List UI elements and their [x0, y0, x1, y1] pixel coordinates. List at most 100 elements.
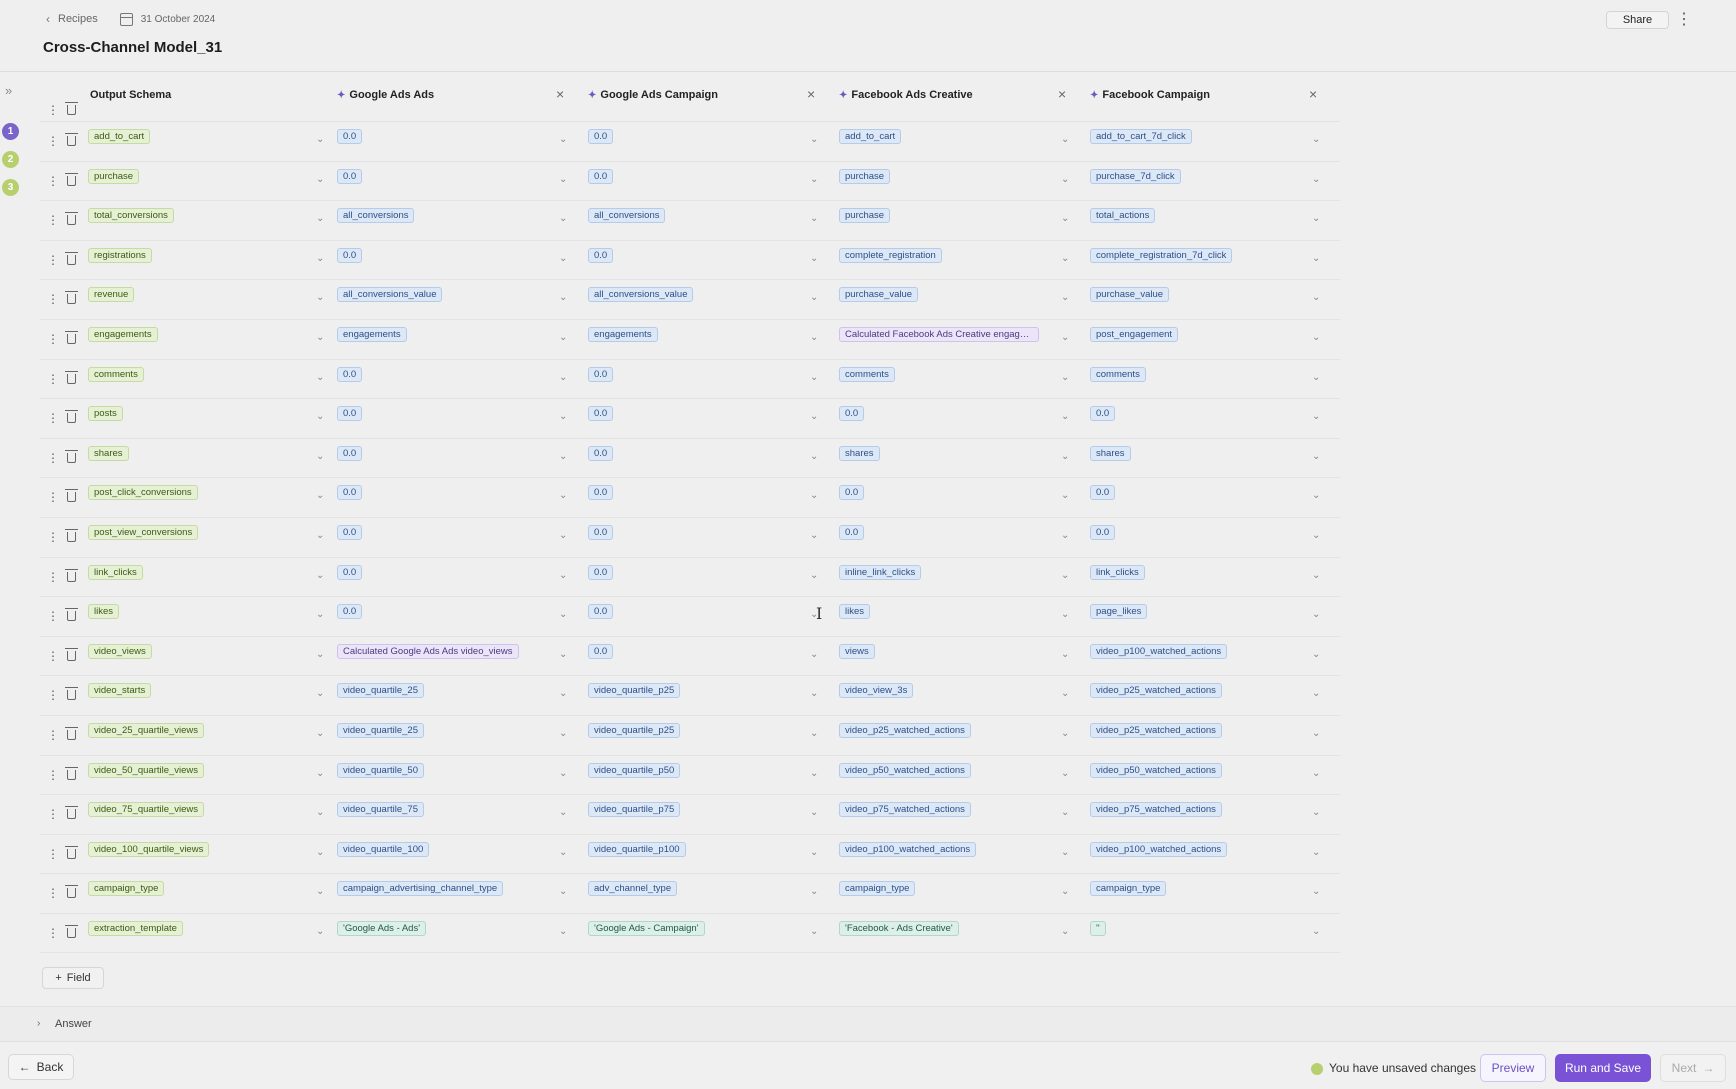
mapped-field-chip[interactable]: shares: [1090, 445, 1131, 461]
mapped-field-chip[interactable]: likes: [839, 604, 871, 620]
facebook-ads-creative-cell[interactable]: shares ⌄: [839, 439, 1115, 478]
mapped-field-chip[interactable]: video_p75_watched_actions: [1090, 802, 1222, 818]
chevron-down-icon[interactable]: ⌄: [316, 134, 324, 145]
chevron-down-icon[interactable]: ⌄: [316, 253, 324, 264]
mapped-field-chip[interactable]: link_clicks: [1090, 564, 1145, 580]
chevron-down-icon[interactable]: ⌄: [316, 490, 324, 501]
close-icon[interactable]: ×: [556, 86, 564, 102]
facebook-campaign-cell[interactable]: link_clicks ⌄: [1090, 558, 1366, 597]
drag-handle-icon[interactable]: ⋮: [47, 887, 59, 899]
chevron-down-icon[interactable]: ⌄: [1061, 847, 1069, 858]
chevron-down-icon[interactable]: ⌄: [1312, 768, 1320, 779]
drag-handle-icon[interactable]: ⋮: [47, 531, 59, 543]
google-ads-ads-cell[interactable]: video_quartile_25 ⌄: [337, 716, 613, 755]
drag-handle-icon[interactable]: ⋮: [47, 104, 59, 116]
mapped-field-chip[interactable]: 0.0: [337, 485, 363, 501]
facebook-campaign-cell[interactable]: '' ⌄: [1090, 914, 1366, 953]
chevron-down-icon[interactable]: ⌄: [1312, 688, 1320, 699]
drag-handle-icon[interactable]: ⋮: [47, 135, 59, 147]
google-ads-ads-cell[interactable]: 0.0 ⌄: [337, 399, 613, 438]
chevron-down-icon[interactable]: ⌄: [1061, 292, 1069, 303]
trash-icon[interactable]: [65, 647, 78, 661]
chevron-down-icon[interactable]: ⌄: [559, 609, 567, 620]
trash-icon[interactable]: [65, 608, 78, 622]
output-schema-cell[interactable]: video_100_quartile_views ⌄: [86, 835, 362, 874]
mapped-field-chip[interactable]: video_quartile_75: [337, 802, 425, 818]
trash-icon[interactable]: [65, 133, 78, 146]
facebook-ads-creative-cell[interactable]: 0.0 ⌄: [839, 478, 1115, 517]
chevron-down-icon[interactable]: ⌄: [1312, 292, 1320, 303]
facebook-ads-creative-cell[interactable]: inline_link_clicks ⌄: [839, 558, 1115, 597]
mapped-field-chip[interactable]: video_p25_watched_actions: [1090, 722, 1222, 738]
chevron-down-icon[interactable]: ⌄: [1312, 411, 1320, 422]
output-schema-cell[interactable]: post_click_conversions ⌄: [86, 478, 362, 517]
chevron-down-icon[interactable]: ⌄: [1061, 411, 1069, 422]
schema-field-chip[interactable]: revenue: [88, 287, 135, 303]
schema-field-chip[interactable]: video_50_quartile_views: [88, 762, 205, 778]
drag-handle-icon[interactable]: ⋮: [47, 214, 59, 226]
output-schema-cell[interactable]: add_to_cart ⌄: [86, 122, 362, 161]
google-ads-campaign-cell[interactable]: video_quartile_p75 ⌄: [588, 795, 864, 834]
chevron-down-icon[interactable]: ⌄: [810, 253, 818, 264]
output-schema-cell[interactable]: shares ⌄: [86, 439, 362, 478]
facebook-campaign-cell[interactable]: video_p100_watched_actions ⌄: [1090, 637, 1366, 676]
mapped-field-chip[interactable]: 0.0: [1090, 406, 1116, 422]
chevron-down-icon[interactable]: ⌄: [810, 728, 818, 739]
chevron-down-icon[interactable]: ⌄: [559, 411, 567, 422]
output-schema-cell[interactable]: engagements ⌄: [86, 320, 362, 359]
facebook-campaign-cell[interactable]: 0.0 ⌄: [1090, 518, 1366, 557]
mapped-field-chip[interactable]: video_p100_watched_actions: [1090, 841, 1228, 857]
mapped-field-chip[interactable]: engagements: [588, 326, 658, 342]
chevron-down-icon[interactable]: ⌄: [810, 926, 818, 937]
facebook-campaign-cell[interactable]: purchase_value ⌄: [1090, 280, 1366, 319]
chevron-down-icon[interactable]: ⌄: [1312, 926, 1320, 937]
chevron-down-icon[interactable]: ⌄: [1061, 213, 1069, 224]
next-button[interactable]: Next →: [1660, 1054, 1726, 1082]
mapped-field-chip[interactable]: video_quartile_50: [337, 762, 425, 778]
schema-field-chip[interactable]: engagements: [88, 326, 158, 342]
trash-icon[interactable]: [65, 528, 78, 542]
facebook-campaign-cell[interactable]: video_p25_watched_actions ⌄: [1090, 676, 1366, 715]
output-schema-cell[interactable]: extraction_template ⌄: [86, 914, 362, 953]
chevron-down-icon[interactable]: ⌄: [559, 847, 567, 858]
drag-handle-icon[interactable]: ⋮: [47, 927, 59, 939]
chevron-down-icon[interactable]: ⌄: [1061, 926, 1069, 937]
chevron-down-icon[interactable]: ⌄: [559, 292, 567, 303]
mapped-field-chip[interactable]: 0.0: [588, 604, 614, 620]
chevron-down-icon[interactable]: ⌄: [1312, 490, 1320, 501]
mapped-field-chip[interactable]: all_conversions_value: [588, 287, 694, 303]
chevron-down-icon[interactable]: ⌄: [1061, 688, 1069, 699]
chevron-down-icon[interactable]: ⌄: [316, 451, 324, 462]
mapped-field-chip[interactable]: complete_registration_7d_click: [1090, 247, 1233, 263]
schema-field-chip[interactable]: registrations: [88, 247, 152, 263]
chevron-down-icon[interactable]: ⌄: [1061, 609, 1069, 620]
chevron-down-icon[interactable]: ⌄: [1061, 728, 1069, 739]
chevron-down-icon[interactable]: ⌄: [316, 847, 324, 858]
schema-field-chip[interactable]: video_75_quartile_views: [88, 802, 205, 818]
schema-field-chip[interactable]: post_view_conversions: [88, 524, 199, 540]
google-ads-campaign-cell[interactable]: all_conversions ⌄: [588, 201, 864, 240]
trash-icon[interactable]: [65, 212, 78, 226]
trash-icon[interactable]: [65, 172, 78, 186]
mapped-field-chip[interactable]: 0.0: [1090, 485, 1116, 501]
chevron-down-icon[interactable]: ⌄: [810, 174, 818, 185]
mapped-field-chip[interactable]: 0.0: [588, 406, 614, 422]
step-badge-2[interactable]: 2: [2, 151, 19, 168]
mapped-field-chip[interactable]: all_conversions_value: [337, 287, 443, 303]
drag-handle-icon[interactable]: ⋮: [47, 412, 59, 424]
chevron-down-icon[interactable]: ⌄: [1312, 570, 1320, 581]
chevron-down-icon[interactable]: ⌄: [1061, 490, 1069, 501]
chevron-down-icon[interactable]: ⌄: [316, 530, 324, 541]
chevron-down-icon[interactable]: ⌄: [810, 490, 818, 501]
chevron-down-icon[interactable]: ⌄: [1312, 847, 1320, 858]
chevron-down-icon[interactable]: ⌄: [316, 688, 324, 699]
chevron-down-icon[interactable]: ⌄: [316, 609, 324, 620]
chevron-down-icon[interactable]: ⌄: [559, 134, 567, 145]
facebook-ads-creative-cell[interactable]: complete_registration ⌄: [839, 241, 1115, 280]
google-ads-ads-cell[interactable]: engagements ⌄: [337, 320, 613, 359]
chevron-down-icon[interactable]: ⌄: [810, 847, 818, 858]
facebook-ads-creative-cell[interactable]: 0.0 ⌄: [839, 518, 1115, 557]
more-options-icon[interactable]: ⋮: [1676, 10, 1692, 30]
output-schema-cell[interactable]: revenue ⌄: [86, 280, 362, 319]
add-field-button[interactable]: + Field: [42, 967, 104, 989]
